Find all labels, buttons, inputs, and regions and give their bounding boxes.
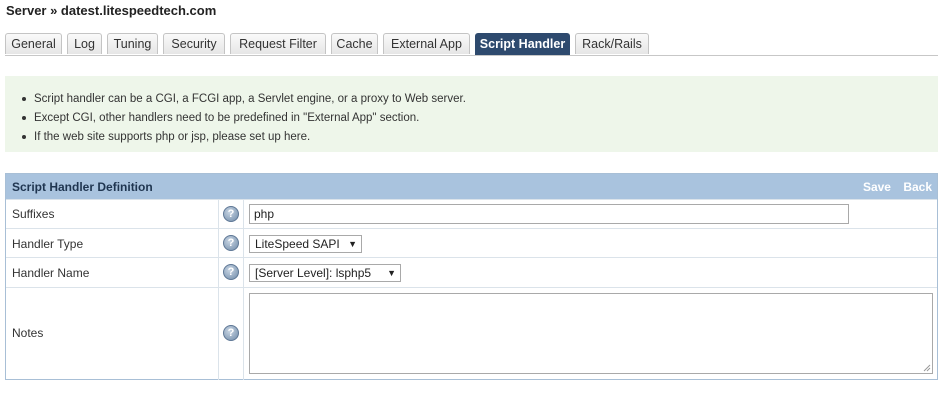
- help-cell: ?: [218, 288, 244, 380]
- tab-security[interactable]: Security: [163, 33, 225, 54]
- row-handler-type: Handler Type ? LiteSpeed SAPI ▼: [6, 228, 937, 258]
- value-cell: [243, 288, 937, 380]
- value-cell: [Server Level]: lsphp5 ▼: [243, 258, 937, 288]
- help-icon[interactable]: ?: [223, 325, 239, 341]
- help-icon[interactable]: ?: [223, 206, 239, 222]
- info-box: Script handler can be a CGI, a FCGI app,…: [5, 76, 938, 152]
- tab-rack-rails[interactable]: Rack/Rails: [575, 33, 649, 54]
- resize-grip-icon[interactable]: [923, 364, 931, 372]
- info-item: If the web site supports php or jsp, ple…: [21, 128, 466, 147]
- handler-name-label: Handler Name: [12, 266, 90, 280]
- row-notes: Notes ?: [6, 287, 937, 380]
- row-handler-name: Handler Name ? [Server Level]: lsphp5 ▼: [6, 257, 937, 288]
- tab-general[interactable]: General: [5, 33, 62, 54]
- help-cell: ?: [218, 229, 244, 258]
- suffixes-label: Suffixes: [12, 207, 55, 221]
- help-icon[interactable]: ?: [223, 264, 239, 280]
- handler-type-value: LiteSpeed SAPI: [255, 237, 340, 251]
- back-button[interactable]: Back: [903, 180, 932, 194]
- handler-name-select[interactable]: [Server Level]: lsphp5 ▼: [249, 264, 401, 282]
- handler-name-value: [Server Level]: lsphp5: [255, 266, 372, 280]
- notes-textarea[interactable]: [249, 293, 933, 374]
- help-cell: ?: [218, 200, 244, 229]
- notes-label: Notes: [12, 326, 44, 340]
- handler-type-label: Handler Type: [12, 237, 84, 251]
- tab-bar: General Log Tuning Security Request Filt…: [5, 33, 938, 56]
- script-handler-panel: Script Handler Definition Save Back Suff…: [5, 173, 938, 380]
- row-suffixes: Suffixes ?: [6, 199, 937, 229]
- value-cell: LiteSpeed SAPI ▼: [243, 229, 937, 258]
- handler-type-select[interactable]: LiteSpeed SAPI ▼: [249, 235, 362, 253]
- suffixes-input[interactable]: [249, 204, 849, 224]
- value-cell: [243, 200, 937, 229]
- info-item: Script handler can be a CGI, a FCGI app,…: [21, 90, 466, 109]
- panel-actions: Save Back: [854, 180, 932, 194]
- chevron-down-icon: ▼: [387, 268, 396, 278]
- page-title: Server » datest.litespeedtech.com: [6, 3, 217, 18]
- info-list: Script handler can be a CGI, a FCGI app,…: [21, 90, 466, 147]
- help-cell: ?: [218, 258, 244, 288]
- tab-log[interactable]: Log: [67, 33, 102, 54]
- tab-tuning[interactable]: Tuning: [107, 33, 158, 54]
- chevron-down-icon: ▼: [348, 239, 357, 249]
- tab-external-app[interactable]: External App: [383, 33, 470, 54]
- info-item: Except CGI, other handlers need to be pr…: [21, 109, 466, 128]
- panel-header: Script Handler Definition Save Back: [6, 174, 937, 199]
- save-button[interactable]: Save: [863, 180, 891, 194]
- help-icon[interactable]: ?: [223, 235, 239, 251]
- panel-title: Script Handler Definition: [12, 180, 153, 194]
- tab-script-handler[interactable]: Script Handler: [475, 33, 570, 55]
- tab-request-filter[interactable]: Request Filter: [230, 33, 326, 54]
- tab-cache[interactable]: Cache: [331, 33, 378, 54]
